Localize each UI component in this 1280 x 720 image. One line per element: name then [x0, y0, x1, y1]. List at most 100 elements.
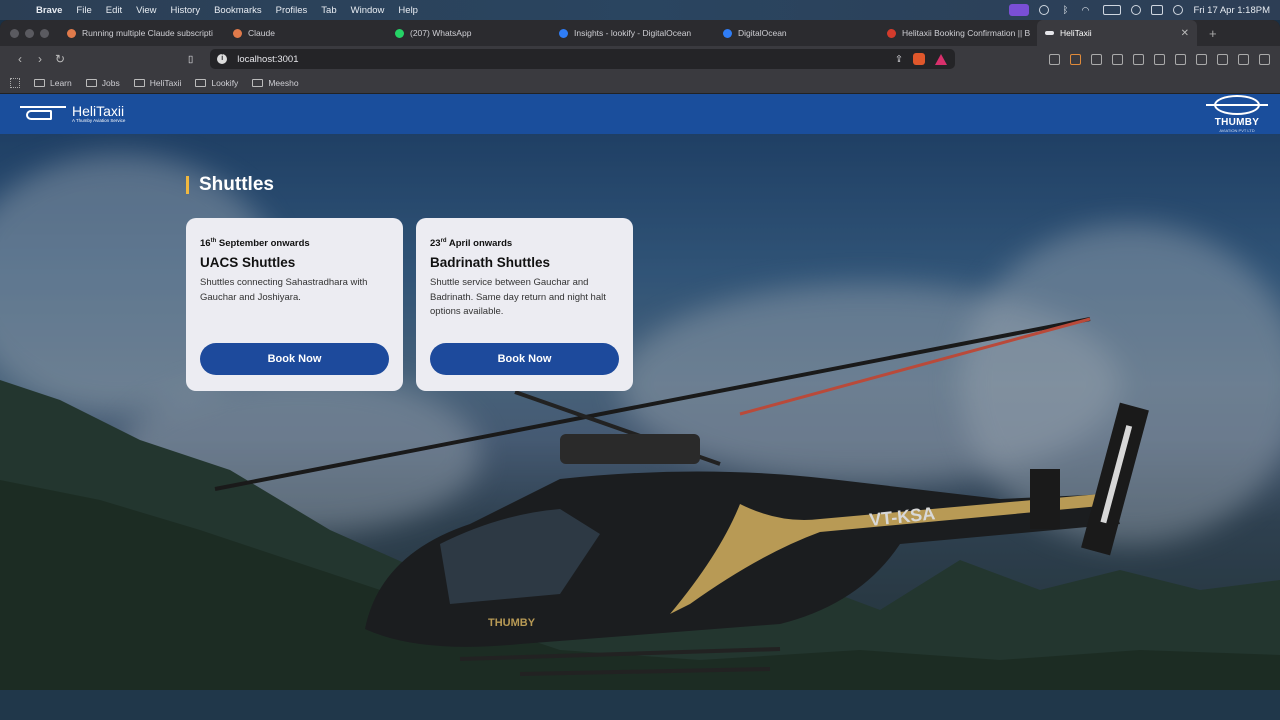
folder-icon: [195, 78, 207, 87]
downloads-icon[interactable]: [1154, 53, 1165, 65]
tab-label: DigitalOcean: [738, 28, 787, 38]
share-icon[interactable]: ⇪: [895, 54, 903, 65]
screenshot-extension-icon[interactable]: [1133, 53, 1144, 65]
spotlight-icon[interactable]: [1131, 5, 1142, 15]
pen-extension-icon[interactable]: [1070, 53, 1081, 65]
card-description: Shuttle service between Gauchar and Badr…: [430, 277, 606, 318]
bookmark-label: Jobs: [101, 77, 120, 88]
helicopter-livery-text: THUMBY: [488, 617, 536, 629]
site-header: HeliTaxii A Thumby Aviation Service THUM…: [0, 94, 1280, 134]
thumby-wings-icon: [1206, 95, 1268, 115]
new-tab-button[interactable]: +: [1209, 26, 1217, 41]
folder-icon: [85, 78, 97, 87]
bookmarks-bar: Learn Jobs HeliTaxii Lookify Meesho: [0, 72, 1280, 94]
helicopter-image: VT-KSA THUMBY: [214, 317, 1149, 676]
vpn-shield-icon[interactable]: [1238, 53, 1249, 65]
tab-gmail-booking[interactable]: Helitaxii Booking Confirmation || B: [879, 20, 1037, 46]
bookmark-label: Lookify: [211, 77, 239, 88]
url-text[interactable]: localhost:3001: [237, 54, 298, 65]
menu-app[interactable]: Brave: [36, 5, 62, 16]
site-info-icon[interactable]: i: [217, 54, 228, 64]
address-bar[interactable]: ▯ i localhost:3001 ⇪: [188, 49, 955, 69]
card-description: Shuttles connecting Sahastradhara with G…: [200, 277, 368, 303]
browser-toolbar: ‹ › ↻ ▯ i localhost:3001 ⇪: [0, 46, 1280, 72]
menu-view[interactable]: View: [136, 5, 156, 16]
thumby-logo[interactable]: THUMBY AVIATION PVT LTD: [1206, 95, 1268, 133]
menu-history[interactable]: History: [171, 5, 201, 16]
section-title: Shuttles: [186, 175, 274, 194]
bookmark-helitaxii[interactable]: HeliTaxii: [133, 78, 181, 88]
puzzle-extensions-icon[interactable]: [1112, 53, 1123, 65]
zoom-window-button[interactable]: [40, 28, 49, 38]
camera-extension-icon[interactable]: [1049, 53, 1060, 65]
brave-shields-icon[interactable]: [913, 53, 925, 65]
shuttle-card-badrinath: 23rd April onwards Badrinath Shuttles Sh…: [416, 218, 633, 391]
whatsapp-favicon-icon: [395, 28, 404, 38]
tab-insights-digitalocean[interactable]: Insights - lookify - DigitalOcean: [551, 20, 715, 46]
card-date: 16th September onwards: [200, 238, 310, 250]
extension-icon[interactable]: [1091, 53, 1102, 65]
leo-ai-icon[interactable]: [1217, 53, 1228, 65]
menu-bookmarks[interactable]: Bookmarks: [214, 5, 262, 16]
browser-window: Running multiple Claude subscripti Claud…: [0, 20, 1280, 690]
tab-label: HeliTaxii: [1060, 28, 1092, 38]
card-date: 23rd April onwards: [430, 238, 513, 250]
bookmark-learn[interactable]: Learn: [34, 78, 72, 88]
bookmark-lookify[interactable]: Lookify: [195, 78, 238, 88]
tab-digitalocean[interactable]: DigitalOcean: [715, 20, 879, 46]
tab-label: (207) WhatsApp: [410, 28, 472, 38]
macos-menubar: Brave File Edit View History Bookmarks P…: [0, 0, 1280, 20]
back-button[interactable]: ‹: [10, 52, 30, 66]
tab-label: Claude: [248, 28, 275, 38]
bookmark-label: Learn: [50, 77, 72, 88]
menu-tab[interactable]: Tab: [321, 5, 336, 16]
sidebar-icon[interactable]: [1175, 53, 1186, 65]
menubar-clock[interactable]: Fri 17 Apr 1:18PM: [1193, 5, 1270, 16]
apps-grid-icon[interactable]: [10, 77, 20, 88]
tab-label: Running multiple Claude subscripti: [82, 28, 213, 38]
url-actions: ⇪: [895, 53, 947, 65]
tab-whatsapp[interactable]: (207) WhatsApp: [387, 20, 551, 46]
forward-button[interactable]: ›: [30, 52, 50, 66]
tab-claude[interactable]: Claude: [225, 20, 387, 46]
book-now-button[interactable]: Book Now: [430, 343, 619, 375]
partner-name: THUMBY: [1214, 117, 1260, 128]
control-center-icon[interactable]: [1151, 5, 1164, 15]
menu-profiles[interactable]: Profiles: [276, 5, 308, 16]
wifi-icon[interactable]: ◠: [1081, 5, 1093, 15]
digitalocean-favicon-icon: [559, 28, 568, 38]
tab-bar: Running multiple Claude subscripti Claud…: [0, 20, 1280, 46]
bookmark-label: Meesho: [268, 77, 299, 88]
bookmark-jobs[interactable]: Jobs: [85, 77, 120, 88]
partner-tagline: AVIATION PVT LTD: [1219, 128, 1255, 133]
battery-icon[interactable]: [1103, 5, 1122, 15]
card-title: Badrinath Shuttles: [430, 255, 551, 271]
minimize-window-button[interactable]: [25, 28, 34, 38]
menu-window[interactable]: Window: [351, 5, 385, 16]
menu-help[interactable]: Help: [398, 5, 418, 16]
close-tab-icon[interactable]: ✕: [1181, 28, 1189, 39]
reload-button[interactable]: ↻: [50, 52, 70, 66]
tab-helitaxii[interactable]: HeliTaxii ✕: [1037, 20, 1197, 46]
claude-favicon-icon: [233, 28, 242, 38]
brave-rewards-icon[interactable]: [935, 53, 947, 65]
gmail-favicon-icon: [887, 28, 896, 38]
bookmark-meesho[interactable]: Meesho: [252, 77, 299, 88]
helitaxii-logo[interactable]: HeliTaxii A Thumby Aviation Service: [20, 104, 125, 124]
folder-icon: [34, 78, 45, 87]
tab-claude-subscriptions[interactable]: Running multiple Claude subscripti: [59, 20, 225, 46]
wallet-icon[interactable]: [1196, 53, 1207, 65]
menu-icon[interactable]: [1259, 53, 1270, 65]
window-controls: [10, 28, 49, 38]
toolbar-extensions: [1049, 53, 1270, 65]
bookmark-icon[interactable]: ▯: [188, 54, 193, 65]
tab-label: Helitaxii Booking Confirmation || B: [902, 28, 1031, 38]
menu-file[interactable]: File: [76, 5, 91, 16]
menu-edit[interactable]: Edit: [106, 5, 122, 16]
extension-status-icon[interactable]: [1039, 5, 1050, 15]
screen-share-icon[interactable]: [1009, 4, 1030, 16]
close-window-button[interactable]: [10, 28, 19, 38]
book-now-button[interactable]: Book Now: [200, 343, 389, 375]
siri-icon[interactable]: [1173, 5, 1184, 15]
bluetooth-icon[interactable]: ᛒ: [1059, 5, 1071, 16]
